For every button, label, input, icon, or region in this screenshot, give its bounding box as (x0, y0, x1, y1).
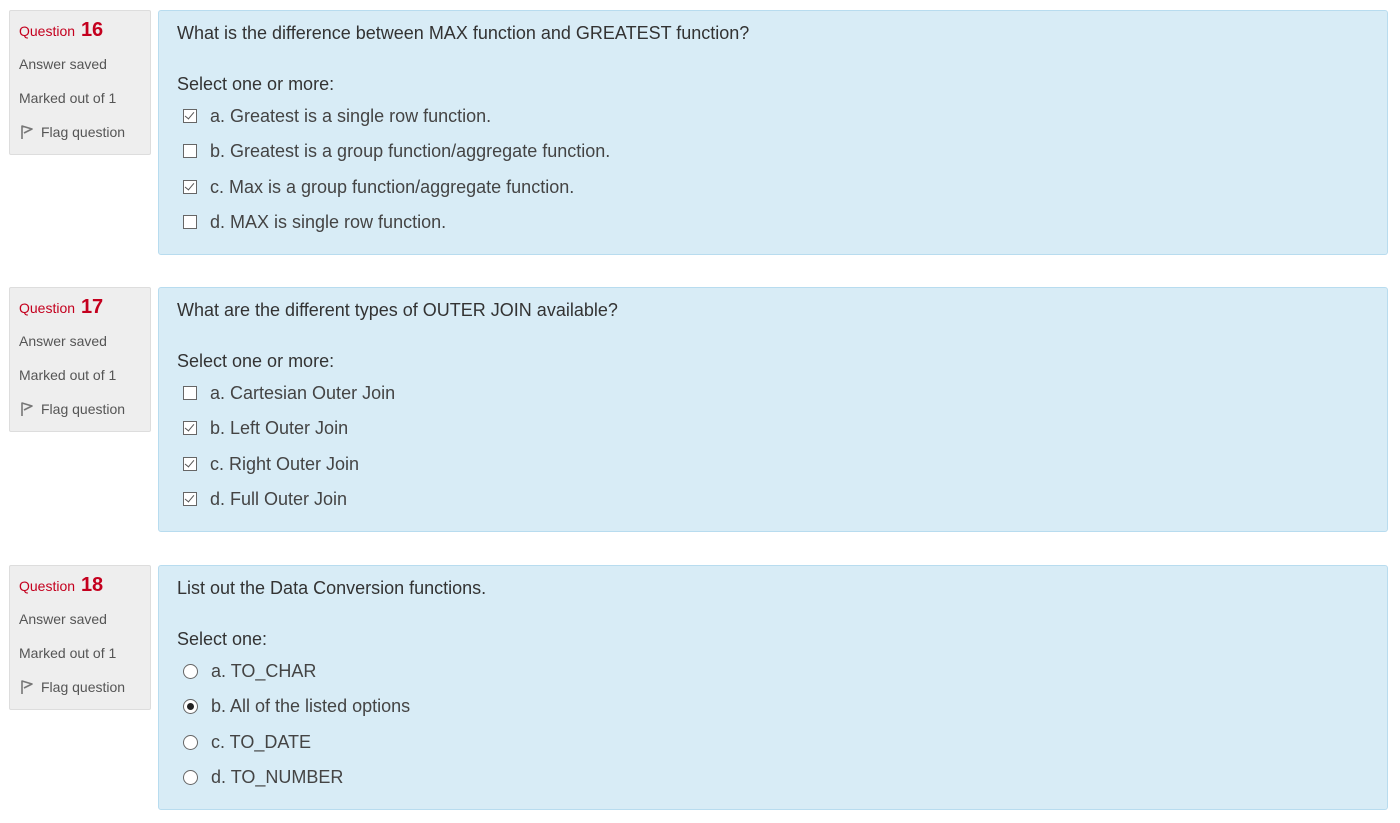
question-17: Question 17 Answer saved Marked out of 1… (9, 287, 1388, 533)
question-number: Question 18 (19, 574, 103, 597)
question-16: Question 16 Answer saved Marked out of 1… (9, 10, 1388, 256)
answer-option-label: b. Greatest is a group function/aggregat… (210, 140, 611, 161)
question-content: What are the different types of OUTER JO… (158, 287, 1388, 532)
flag-question-link[interactable]: Flag question (19, 124, 125, 140)
answer-option-label: b. Left Outer Join (210, 417, 349, 438)
answer-option-label: c. TO_DATE (211, 731, 312, 752)
question-content: List out the Data Conversion functions. … (158, 565, 1388, 810)
answer-option-label: a. TO_CHAR (211, 660, 317, 681)
question-state: Answer saved (19, 333, 107, 349)
question-info-panel: Question 16 Answer saved Marked out of 1… (9, 10, 151, 155)
answer-option-label: d. Full Outer Join (210, 488, 348, 509)
checkbox[interactable] (183, 109, 197, 123)
flag-icon (21, 680, 33, 694)
question-number: Question 16 (19, 19, 103, 42)
question-state: Answer saved (19, 56, 107, 72)
radio-button[interactable] (183, 698, 198, 714)
answer-option-c[interactable]: c. Max is a group function/aggregate fun… (183, 174, 574, 200)
answer-option-c[interactable]: c. Right Outer Join (183, 451, 359, 477)
question-text: What are the different types of OUTER JO… (177, 300, 618, 320)
question-grade: Marked out of 1 (19, 367, 117, 383)
question-grade: Marked out of 1 (19, 645, 117, 661)
flag-question-link[interactable]: Flag question (19, 401, 125, 417)
question-info-panel: Question 18 Answer saved Marked out of 1… (9, 565, 151, 710)
question-content: What is the difference between MAX funct… (158, 10, 1388, 255)
question-number: Question 17 (19, 296, 103, 319)
checkbox[interactable] (183, 144, 197, 158)
radio-button[interactable] (183, 769, 198, 785)
question-label: Question (19, 300, 76, 316)
question-info-panel: Question 17 Answer saved Marked out of 1… (9, 287, 151, 432)
question-text: List out the Data Conversion functions. (177, 578, 487, 598)
flag-question-label: Flag question (41, 679, 126, 695)
answer-option-label: d. MAX is single row function. (210, 211, 447, 232)
checkbox[interactable] (183, 180, 197, 194)
answer-prompt: Select one: (177, 629, 268, 649)
question-18: Question 18 Answer saved Marked out of 1… (9, 565, 1388, 811)
checkbox[interactable] (183, 492, 197, 506)
answer-option-label: d. TO_NUMBER (211, 766, 344, 787)
answer-option-b[interactable]: b. Greatest is a group function/aggregat… (183, 138, 610, 164)
answer-option-b[interactable]: b. Left Outer Join (183, 415, 348, 441)
answer-option-c[interactable]: c. TO_DATE (183, 729, 311, 755)
flag-icon (21, 125, 33, 139)
question-grade: Marked out of 1 (19, 90, 117, 106)
answer-option-d[interactable]: d. TO_NUMBER (183, 764, 343, 790)
checkbox[interactable] (183, 215, 197, 229)
answer-option-d[interactable]: d. MAX is single row function. (183, 209, 446, 235)
question-state: Answer saved (19, 611, 107, 627)
flag-icon (21, 402, 33, 416)
answer-option-label: c. Right Outer Join (210, 453, 360, 474)
radio-button[interactable] (183, 734, 198, 750)
flag-question-label: Flag question (41, 124, 126, 140)
answer-option-label: a. Greatest is a single row function. (210, 105, 492, 126)
question-number-value: 18 (80, 574, 104, 596)
question-number-value: 17 (80, 296, 104, 318)
answer-option-a[interactable]: a. Cartesian Outer Join (183, 380, 395, 406)
question-number-value: 16 (80, 19, 104, 41)
radio-button[interactable] (183, 663, 198, 679)
answer-option-label: c. Max is a group function/aggregate fun… (210, 176, 575, 197)
checkbox[interactable] (183, 457, 197, 471)
flag-question-link[interactable]: Flag question (19, 679, 125, 695)
checkbox[interactable] (183, 421, 197, 435)
answer-option-label: b. All of the listed options (211, 695, 411, 716)
question-text: What is the difference between MAX funct… (177, 23, 750, 43)
answer-option-d[interactable]: d. Full Outer Join (183, 486, 347, 512)
answer-option-b[interactable]: b. All of the listed options (183, 693, 410, 719)
answer-option-label: a. Cartesian Outer Join (210, 382, 396, 403)
question-label: Question (19, 23, 76, 39)
answer-option-a[interactable]: a. TO_CHAR (183, 658, 316, 684)
question-label: Question (19, 578, 76, 594)
answer-prompt: Select one or more: (177, 351, 335, 371)
checkbox[interactable] (183, 386, 197, 400)
flag-question-label: Flag question (41, 401, 126, 417)
answer-prompt: Select one or more: (177, 74, 335, 94)
answer-option-a[interactable]: a. Greatest is a single row function. (183, 103, 491, 129)
